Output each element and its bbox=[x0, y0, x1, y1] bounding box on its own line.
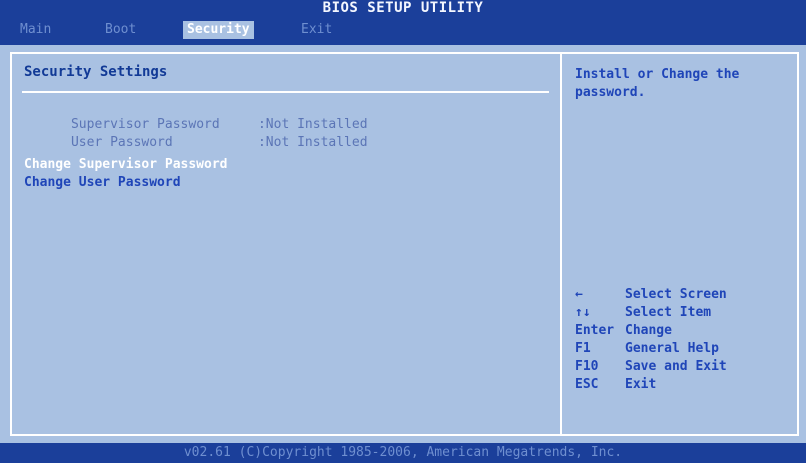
window-title: BIOS SETUP UTILITY bbox=[0, 0, 806, 17]
enter-key-label: Enter bbox=[575, 323, 615, 338]
user-password-label: User Password bbox=[70, 135, 173, 150]
key-action-select-screen: Select Screen bbox=[625, 287, 727, 302]
copyright-footer: v02.61 (C)Copyright 1985-2006, American … bbox=[0, 443, 806, 463]
key-row-select-item: ↑↓ Select Item bbox=[575, 304, 795, 322]
left-arrow-key-icon: ← bbox=[575, 287, 583, 302]
key-action-save-exit: Save and Exit bbox=[625, 359, 727, 374]
key-legend: ← Select Screen ↑↓ Select Item Enter Change… bbox=[575, 286, 795, 394]
section-divider bbox=[22, 91, 549, 93]
main-panel: Security Settings Supervisor Password:No… bbox=[10, 52, 562, 436]
menu-item-main[interactable]: Main bbox=[16, 21, 55, 39]
key-action-general-help: General Help bbox=[625, 341, 719, 356]
help-panel: Install or Change the password. ← Select … bbox=[562, 52, 799, 436]
key-row-save-exit: F10 Save and Exit bbox=[575, 358, 795, 376]
f10-key-label: F10 bbox=[575, 359, 599, 374]
menu-item-security[interactable]: Security bbox=[183, 21, 254, 39]
f1-key-label: F1 bbox=[575, 341, 591, 356]
key-action-select-item: Select Item bbox=[625, 305, 712, 320]
esc-key-label: ESC bbox=[575, 377, 599, 392]
menu-bar: Main Boot Security Exit bbox=[0, 17, 806, 45]
help-text: Install or Change the password. bbox=[575, 67, 740, 100]
menu-item-boot[interactable]: Boot bbox=[101, 21, 140, 39]
key-row-select-screen: ← Select Screen bbox=[575, 286, 795, 304]
user-password-value: :Not Installed bbox=[257, 135, 368, 150]
change-supervisor-password-option[interactable]: Change Supervisor Password bbox=[24, 157, 228, 172]
key-row-general-help: F1 General Help bbox=[575, 340, 795, 358]
key-action-exit: Exit bbox=[625, 377, 657, 392]
menu-item-exit[interactable]: Exit bbox=[297, 21, 336, 39]
bios-screen: BIOS SETUP UTILITY Main Boot Security Ex… bbox=[0, 0, 806, 463]
section-title: Security Settings bbox=[24, 64, 168, 80]
key-row-exit: ESC Exit bbox=[575, 376, 795, 394]
up-down-arrow-key-icon: ↑↓ bbox=[575, 305, 591, 320]
key-row-change: Enter Change bbox=[575, 322, 795, 340]
key-action-change: Change bbox=[625, 323, 672, 338]
change-user-password-option[interactable]: Change User Password bbox=[24, 175, 181, 190]
